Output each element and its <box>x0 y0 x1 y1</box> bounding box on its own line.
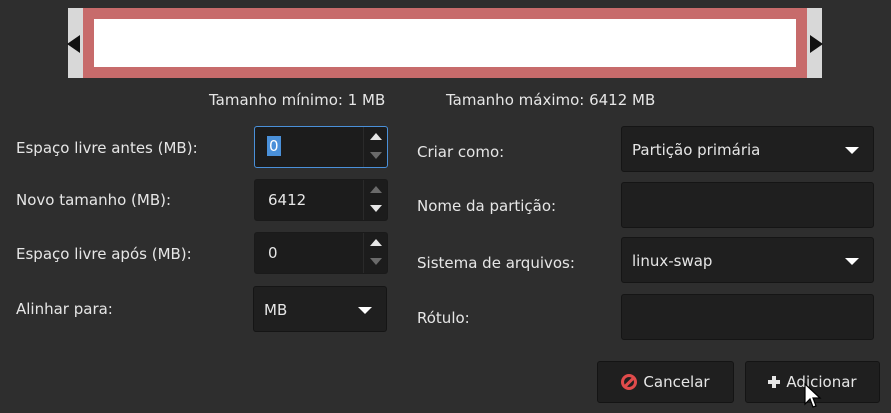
align-label: Alinhar para: <box>16 300 113 318</box>
spin-arrows <box>363 180 387 220</box>
align-value: MB <box>264 301 288 319</box>
cancel-icon <box>621 374 638 390</box>
plus-icon <box>768 376 781 388</box>
increment-icon[interactable] <box>370 239 382 246</box>
free-after-value[interactable]: 0 <box>268 244 278 262</box>
cancel-button-label: Cancelar <box>643 373 710 391</box>
decrement-icon[interactable] <box>370 258 382 265</box>
partition-resizer[interactable] <box>67 8 823 78</box>
chevron-down-icon <box>845 147 859 154</box>
resize-handle-right-icon[interactable] <box>810 35 823 53</box>
cancel-button[interactable]: Cancelar <box>597 361 734 403</box>
create-as-value: Partição primária <box>632 141 761 159</box>
max-size-text: Tamanho máximo: 6412 MB <box>446 91 656 109</box>
free-after-label: Espaço livre após (MB): <box>16 245 192 263</box>
free-before-label: Espaço livre antes (MB): <box>16 139 198 157</box>
free-before-spinbox[interactable]: 0 <box>254 126 388 168</box>
min-size-text: Tamanho mínimo: 1 MB <box>209 91 386 109</box>
new-size-label: Novo tamanho (MB): <box>16 191 172 209</box>
decrement-icon[interactable] <box>370 205 382 212</box>
partition-name-input[interactable] <box>621 182 874 228</box>
filesystem-value: linux-swap <box>632 252 713 270</box>
align-combo[interactable]: MB <box>253 286 387 332</box>
new-size-value[interactable]: 6412 <box>268 191 306 209</box>
resize-handle-left-icon[interactable] <box>67 35 80 53</box>
label-label: Rótulo: <box>417 309 470 327</box>
spin-arrows <box>363 127 387 167</box>
increment-icon[interactable] <box>370 186 382 193</box>
free-after-spinbox[interactable]: 0 <box>254 232 388 274</box>
label-input[interactable] <box>621 294 874 340</box>
increment-icon[interactable] <box>370 133 382 140</box>
spin-arrows <box>363 233 387 273</box>
filesystem-combo[interactable]: linux-swap <box>621 237 874 283</box>
create-as-combo[interactable]: Partição primária <box>621 126 874 172</box>
partition-bar[interactable] <box>83 8 807 78</box>
chevron-down-icon <box>358 307 372 314</box>
decrement-icon[interactable] <box>370 152 382 159</box>
mouse-cursor-icon <box>804 383 822 408</box>
filesystem-label: Sistema de arquivos: <box>417 254 575 272</box>
create-as-label: Criar como: <box>417 143 505 161</box>
partition-name-label: Nome da partição: <box>417 197 557 215</box>
free-before-value[interactable]: 0 <box>267 136 281 156</box>
partition-bar-inner <box>94 19 796 67</box>
new-size-spinbox[interactable]: 6412 <box>254 179 388 221</box>
chevron-down-icon <box>845 258 859 265</box>
